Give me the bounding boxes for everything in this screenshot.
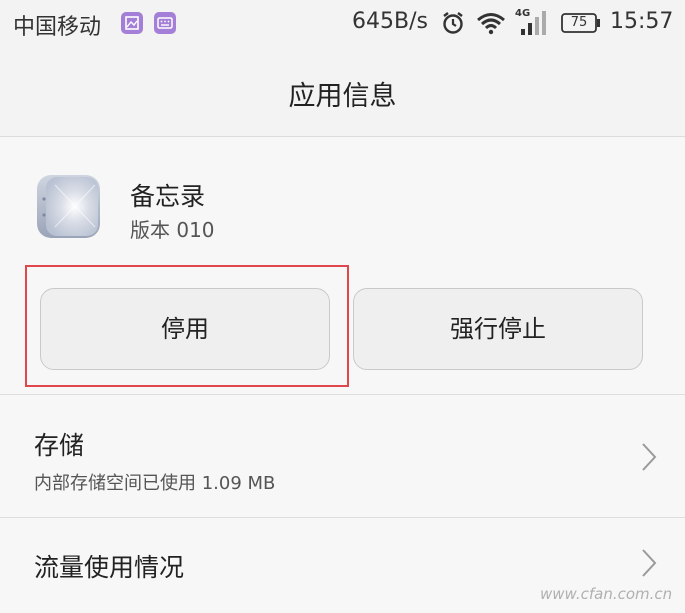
alarm-icon	[440, 10, 466, 40]
network-speed: 645B/s	[352, 9, 428, 34]
chevron-right-icon	[640, 442, 658, 476]
battery-level: 75	[570, 15, 588, 30]
status-bar: 中国移动 645B/s 4G 75 15:57	[0, 0, 685, 48]
app-name: 备忘录	[130, 182, 206, 211]
storage-row[interactable]: 存储 内部存储空间已使用 1.09 MB	[0, 395, 685, 517]
keyboard-notification-icon	[154, 12, 176, 34]
storage-summary: 内部存储空间已使用 1.09 MB	[34, 473, 276, 494]
disable-button[interactable]: 停用	[40, 288, 330, 370]
force-stop-button[interactable]: 强行停止	[353, 288, 643, 370]
title-bar: 应用信息	[0, 48, 685, 137]
watermark: www.cfan.com.cn	[540, 585, 673, 603]
app-version: 版本 010	[130, 218, 215, 242]
signal-icon: 4G	[515, 7, 553, 41]
wifi-icon	[476, 11, 506, 39]
app-info-content: 备忘录 版本 010 停用 强行停止 存储 内部存储空间已使用 1.09 MB …	[0, 137, 685, 613]
page-title: 应用信息	[288, 81, 397, 112]
svg-text:4G: 4G	[515, 8, 530, 19]
image-notification-icon	[121, 12, 143, 34]
carrier-name: 中国移动	[13, 15, 102, 40]
clock: 15:57	[610, 9, 674, 34]
battery-icon: 75	[561, 13, 600, 33]
chevron-right-icon	[640, 548, 658, 582]
notepad-app-icon	[37, 175, 100, 238]
data-usage-title: 流量使用情况	[34, 553, 185, 582]
storage-title: 存储	[34, 431, 85, 460]
